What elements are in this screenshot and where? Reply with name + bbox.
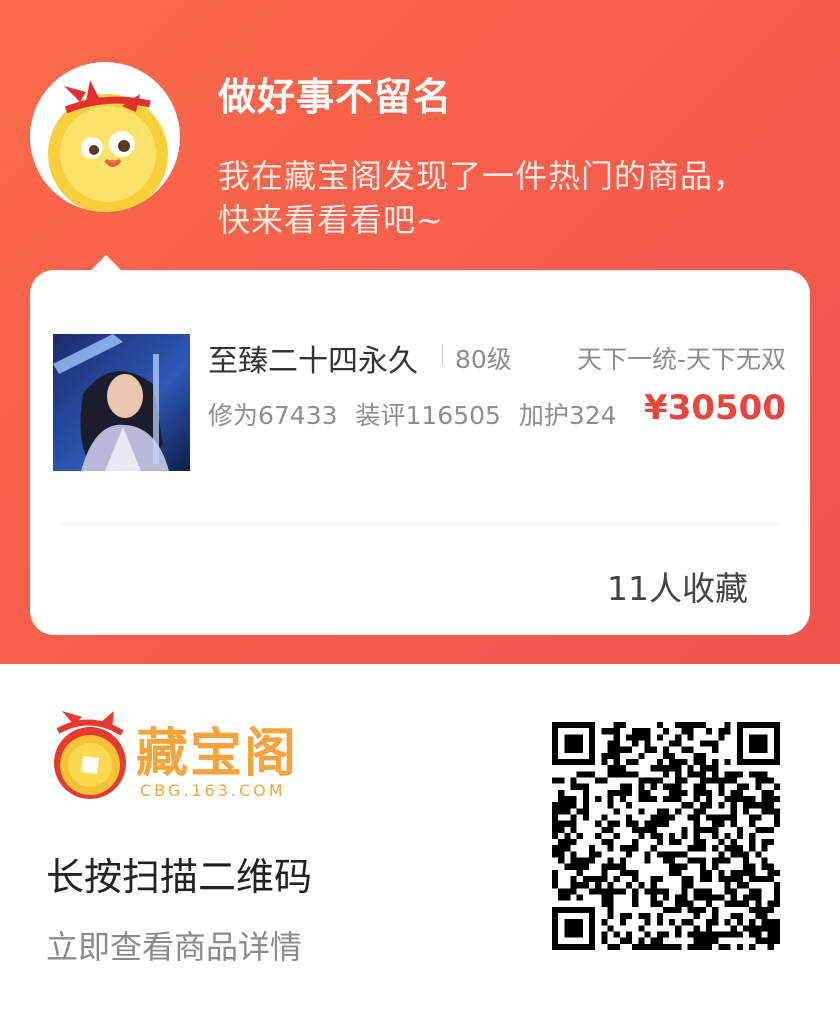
stat-protection: 加护324 xyxy=(518,401,617,430)
cbg-coin-logo-icon xyxy=(54,711,126,799)
share-headline: 做好事不留名 xyxy=(218,75,453,119)
scan-instruction: 长按扫描二维码 xyxy=(46,855,313,899)
item-card[interactable]: 至臻二十四永久 80级 天下一统-天下无双 修为67433 装评116505 加… xyxy=(30,270,810,635)
favorites-count: 11人收藏 xyxy=(607,569,748,608)
server-name: 天下一统-天下无双 xyxy=(576,345,786,374)
mascot-coin-icon xyxy=(48,80,168,212)
mascot-avatar xyxy=(30,62,180,212)
item-thumbnail xyxy=(53,334,190,471)
share-header: 做好事不留名 我在藏宝阁发现了一件热门的商品，快来看看看吧~ 至臻二十四永久 8… xyxy=(0,0,840,664)
item-name: 至臻二十四永久 xyxy=(208,344,418,379)
stat-equipment-score: 装评116505 xyxy=(355,401,501,430)
cbg-logo: 藏宝阁 CBG.163.COM xyxy=(44,705,304,805)
item-price: ¥30500 xyxy=(644,388,786,428)
qr-code[interactable] xyxy=(552,722,780,950)
logo-url: CBG.163.COM xyxy=(140,781,286,800)
item-stats: 修为67433 装评116505 加护324 xyxy=(208,396,627,432)
character-portrait-icon xyxy=(53,334,190,471)
level-divider xyxy=(442,344,443,366)
share-message: 我在藏宝阁发现了一件热门的商品，快来看看看吧~ xyxy=(218,157,747,239)
logo-text: 藏宝阁 xyxy=(136,724,299,784)
card-divider xyxy=(60,524,780,525)
stat-cultivation: 修为67433 xyxy=(208,401,338,430)
speech-bubble-tip xyxy=(90,255,122,271)
item-level: 80级 xyxy=(455,345,512,374)
scan-subtitle: 立即查看商品详情 xyxy=(46,928,303,966)
qr-code-icon xyxy=(552,722,780,950)
